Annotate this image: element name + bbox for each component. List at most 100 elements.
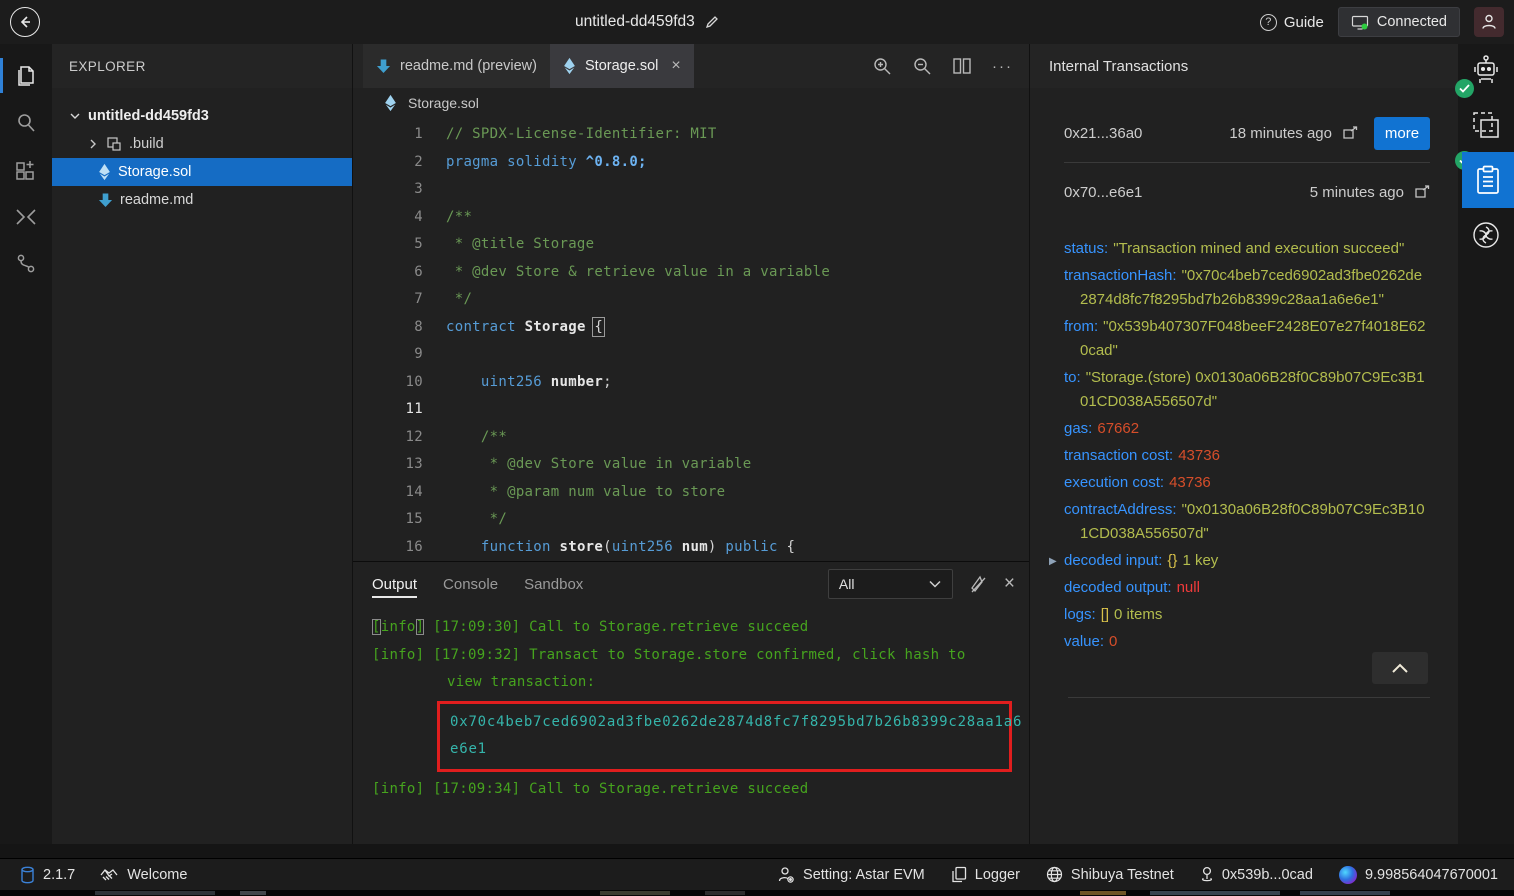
detail-row: decoded output:null [1064, 576, 1430, 600]
split-editor-button[interactable] [952, 57, 972, 75]
code-line[interactable]: 12 /** [353, 424, 1029, 452]
external-link-icon[interactable] [1414, 185, 1430, 199]
detail-row: gas:67662 [1064, 417, 1430, 441]
tab-label: readme.md (preview) [400, 58, 537, 74]
tree-item-build-folder[interactable]: .build [52, 130, 352, 158]
code-line[interactable]: 13 * @dev Store value in variable [353, 451, 1029, 479]
highlighted-transaction-hash[interactable]: 0x70c4beb7ced6902ad3fbe0262de2874d8fc7f8… [437, 701, 1012, 772]
tx-hash-short[interactable]: 0x70...e6e1 [1064, 184, 1204, 201]
guide-label: Guide [1284, 14, 1324, 31]
code-line[interactable]: 8contract Storage { [353, 314, 1029, 342]
breadcrumb[interactable]: Storage.sol [353, 88, 1029, 118]
detail-label: contractAddress: [1064, 501, 1177, 518]
detail-row[interactable]: ▶decoded input:{}1 key [1064, 549, 1430, 573]
code-line[interactable]: 3 [353, 176, 1029, 204]
close-tab-icon[interactable]: × [671, 57, 680, 75]
detail-label: decoded input: [1064, 552, 1162, 569]
collapse-details-button[interactable] [1372, 652, 1428, 684]
taskbar-sliver [0, 890, 1514, 896]
tree-item-label: readme.md [120, 192, 193, 208]
code-editor[interactable]: 1// SPDX-License-Identifier: MIT2pragma … [353, 118, 1029, 561]
detail-row: value:0 [1064, 630, 1430, 654]
guide-button[interactable]: ? Guide [1260, 14, 1324, 31]
version-item[interactable]: 2.1.7 [20, 866, 75, 884]
code-line[interactable]: 10 uint256 number; [353, 369, 1029, 397]
code-line[interactable]: 11 [353, 396, 1029, 424]
setting-item[interactable]: Setting: Astar EVM [777, 866, 925, 884]
search-icon [14, 111, 38, 135]
close-panel-button[interactable]: × [1004, 573, 1015, 595]
detail-label: transaction cost: [1064, 447, 1173, 464]
question-icon: ? [1260, 14, 1277, 31]
transaction-row[interactable]: 0x70...e6e1 5 minutes ago [1064, 163, 1430, 221]
ai-assistant-rail-button[interactable] [1458, 220, 1514, 250]
edit-title-icon[interactable] [704, 14, 720, 30]
zoom-in-button[interactable] [872, 56, 892, 76]
tab-readme-preview[interactable]: readme.md (preview) [363, 44, 550, 88]
network-item[interactable]: Shibuya Testnet [1046, 866, 1174, 883]
project-title-wrap: untitled-dd459fd3 [575, 0, 720, 44]
code-line[interactable]: 1// SPDX-License-Identifier: MIT [353, 121, 1029, 149]
panel-body: 0x21...36a0 18 minutes ago more 0x70...e… [1030, 88, 1458, 657]
transaction-row[interactable]: 0x21...36a0 18 minutes ago more [1064, 104, 1430, 162]
back-button[interactable] [10, 7, 40, 37]
tab-sandbox[interactable]: Sandbox [524, 562, 583, 606]
tab-storage-sol[interactable]: Storage.sol × [550, 44, 694, 88]
expand-arrow-icon[interactable]: ▶ [1049, 550, 1057, 574]
zoom-out-button[interactable] [912, 56, 932, 76]
transactions-rail-button-active[interactable] [1462, 152, 1514, 208]
wallet-address-item[interactable]: 0x539b...0cad [1200, 866, 1313, 883]
clear-logs-button[interactable] [969, 575, 988, 594]
tab-output[interactable]: Output [372, 562, 417, 606]
editor-tab-bar: readme.md (preview) Storage.sol × [353, 44, 1029, 88]
detail-row: logs:[]0 items [1064, 603, 1430, 627]
files-rail-button[interactable] [0, 52, 52, 99]
balance-item[interactable]: 9.998564047670001 [1339, 866, 1498, 884]
logger-item[interactable]: Logger [951, 866, 1020, 883]
format-rail-button[interactable] [0, 193, 52, 240]
statusbar: 2.1.7 Welcome Setting: Astar EVM Logger … [0, 858, 1514, 890]
git-rail-button[interactable] [0, 240, 52, 287]
deploy-rail-button[interactable] [1458, 110, 1514, 140]
log-filter-dropdown[interactable]: All [828, 569, 953, 599]
code-line[interactable]: 16 function store(uint256 num) public { [353, 534, 1029, 562]
search-rail-button[interactable] [0, 99, 52, 146]
tree-item-readme-md[interactable]: readme.md [52, 186, 352, 214]
code-line[interactable]: 2pragma solidity ^0.8.0; [353, 149, 1029, 177]
tree-root-project[interactable]: untitled-dd459fd3 [52, 102, 352, 130]
ethereum-icon [384, 94, 397, 112]
output-log[interactable]: [info] [17:09:30] Call to Storage.retrie… [353, 606, 1029, 803]
external-link-icon[interactable] [1342, 126, 1358, 140]
chevron-down-icon [69, 110, 81, 122]
detail-value: "Transaction mined and execution succeed… [1113, 240, 1404, 257]
tree-item-storage-sol[interactable]: Storage.sol [52, 158, 352, 186]
deploy-icon [1471, 110, 1501, 140]
back-arrow-icon [17, 14, 33, 30]
code-line[interactable]: 5 * @title Storage [353, 231, 1029, 259]
tab-console[interactable]: Console [443, 562, 498, 606]
code-line[interactable]: 9 [353, 341, 1029, 369]
code-lines: 1// SPDX-License-Identifier: MIT2pragma … [353, 121, 1029, 561]
detail-label: transactionHash: [1064, 267, 1177, 284]
more-options-button[interactable]: ··· [992, 58, 1013, 75]
welcome-item[interactable]: Welcome [99, 867, 187, 883]
build-folder-icon [106, 136, 122, 152]
broom-icon [969, 575, 988, 594]
tree-item-label: .build [129, 136, 164, 152]
network-label: Shibuya Testnet [1071, 867, 1174, 883]
code-line[interactable]: 6 * @dev Store & retrieve value in a var… [353, 259, 1029, 287]
code-line[interactable]: 7 */ [353, 286, 1029, 314]
code-line[interactable]: 14 * @param num value to store [353, 479, 1029, 507]
code-line[interactable]: 4/** [353, 204, 1029, 232]
avatar-button[interactable] [1474, 7, 1504, 37]
code-line[interactable]: 15 */ [353, 506, 1029, 534]
tree-item-label: Storage.sol [118, 164, 191, 180]
output-panel: Output Console Sandbox All × [inf [353, 561, 1029, 844]
detail-label: execution cost: [1064, 474, 1164, 491]
project-title: untitled-dd459fd3 [575, 13, 695, 31]
connected-button[interactable]: Connected [1338, 7, 1460, 37]
plugins-rail-button[interactable] [0, 146, 52, 193]
tx-hash-short[interactable]: 0x21...36a0 [1064, 125, 1204, 142]
detail-row: to:"Storage.(store) 0x0130a06B28f0C89b07… [1064, 366, 1430, 414]
more-button[interactable]: more [1374, 117, 1430, 150]
